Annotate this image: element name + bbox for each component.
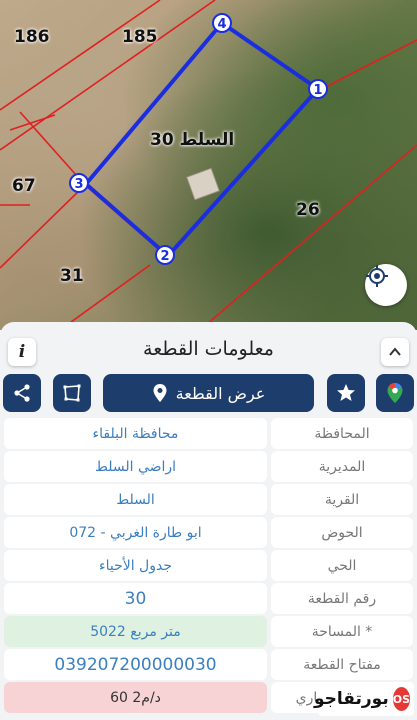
parcel-label-67: 67 <box>12 176 36 196</box>
share-icon <box>14 384 30 402</box>
field-value: السلط <box>4 484 267 515</box>
map-view[interactable]: 1 2 3 4 186 185 67 31 26 السلط 30 <box>0 0 417 330</box>
watermark-text: بورتقاجو <box>313 689 389 709</box>
parcel-label-31: 31 <box>60 266 84 286</box>
field-label: الحوض <box>271 517 413 548</box>
parcel-label-186: 186 <box>14 27 50 47</box>
field-row-governorate: محافظة البلقاء المحافظة <box>0 418 417 449</box>
field-value: اراضي السلط <box>4 451 267 482</box>
field-row-directorate: اراضي السلط المديرية <box>0 451 417 482</box>
field-value: 5022 متر مربع <box>4 616 267 647</box>
polygon-icon <box>63 384 81 402</box>
my-location-button[interactable] <box>365 264 407 306</box>
google-maps-button[interactable] <box>376 374 414 412</box>
field-row-basin: ابو طارة الغربي - 072 الحوض <box>0 517 417 548</box>
share-button[interactable] <box>3 374 41 412</box>
field-value: 60 د/م2 <box>4 682 267 713</box>
polygon-button[interactable] <box>53 374 91 412</box>
field-row-neighborhood: جدول الأحياء الحي <box>0 550 417 581</box>
field-label: الحي <box>271 550 413 581</box>
chevron-up-icon <box>389 347 401 356</box>
show-plot-button[interactable]: عرض القطعة <box>103 374 314 412</box>
field-value: ابو طارة الغربي - 072 <box>4 517 267 548</box>
map-pin-icon <box>153 384 167 402</box>
field-label: مفتاح القطعة <box>271 649 413 680</box>
watermark-logo: بورتقاجو OS <box>314 682 414 716</box>
field-label: القرية <box>271 484 413 515</box>
field-row-plot-number: 30 رقم القطعة <box>0 583 417 614</box>
google-maps-icon <box>387 383 403 403</box>
vertex-1-label: 1 <box>313 83 322 98</box>
field-value: 039207200000030 <box>4 649 267 680</box>
field-label: المساحة * <box>271 616 413 647</box>
field-value: 30 <box>4 583 267 614</box>
field-row-plot-key: 039207200000030 مفتاح القطعة <box>0 649 417 680</box>
logo-mark-icon: OS <box>392 687 410 711</box>
favorite-button[interactable] <box>327 374 365 412</box>
parcel-label-26: 26 <box>296 200 320 220</box>
show-plot-label: عرض القطعة <box>175 383 266 403</box>
crosshair-icon <box>366 265 388 287</box>
plot-info-sheet: i معلومات القطعة عرض القطعة محافظة البلق… <box>0 322 417 720</box>
plot-label: السلط 30 <box>150 130 235 150</box>
field-value: جدول الأحياء <box>4 550 267 581</box>
vertex-2-label: 2 <box>160 249 169 264</box>
field-row-area: 5022 متر مربع المساحة * <box>0 616 417 647</box>
sheet-header: i معلومات القطعة <box>0 330 417 370</box>
vertex-3-label: 3 <box>74 177 83 192</box>
parcel-label-185: 185 <box>122 27 158 47</box>
collapse-button[interactable] <box>381 338 409 366</box>
field-row-village: السلط القرية <box>0 484 417 515</box>
field-label: المديرية <box>271 451 413 482</box>
field-value: محافظة البلقاء <box>4 418 267 449</box>
star-icon <box>337 384 355 401</box>
vertex-4-label: 4 <box>217 17 226 32</box>
field-label: المحافظة <box>271 418 413 449</box>
sheet-title: معلومات القطعة <box>143 338 274 360</box>
field-label: رقم القطعة <box>271 583 413 614</box>
